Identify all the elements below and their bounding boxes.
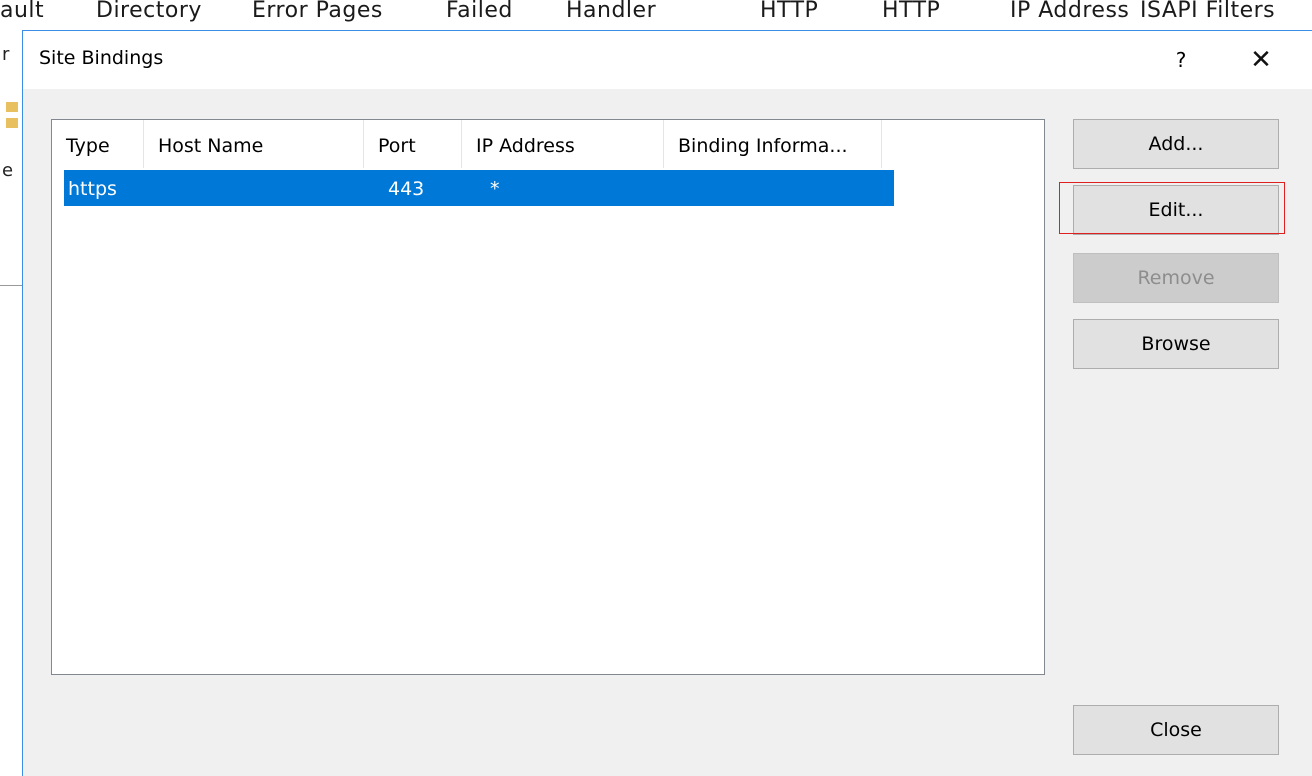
divider: [0, 285, 22, 286]
column-header-binding-information[interactable]: Binding Informa...: [664, 120, 882, 168]
remove-button[interactable]: Remove: [1073, 253, 1279, 303]
column-header-host-name[interactable]: Host Name: [144, 120, 364, 168]
cell-ip-address: *: [490, 178, 500, 200]
background-feature-label: ault: [0, 0, 45, 23]
background-feature-label: Error Pages: [252, 0, 383, 23]
close-button[interactable]: Close: [1073, 705, 1279, 755]
site-bindings-dialog: Site Bindings ? ✕ Type Host Name Port IP…: [22, 30, 1312, 776]
background-left-char: r: [2, 44, 10, 65]
add-button[interactable]: Add...: [1073, 119, 1279, 169]
dialog-titlebar: Site Bindings ? ✕: [23, 31, 1312, 89]
edit-highlight-box: [1059, 182, 1285, 234]
background-feature-label: Failed: [446, 0, 513, 23]
background-feature-label: HTTP: [760, 0, 819, 23]
folder-icon: [6, 102, 18, 128]
background-feature-label: HTTP: [882, 0, 941, 23]
close-icon[interactable]: ✕: [1241, 43, 1281, 77]
cell-type: https: [68, 178, 117, 200]
browse-button[interactable]: Browse: [1073, 319, 1279, 369]
dialog-title: Site Bindings: [39, 47, 164, 69]
bindings-list[interactable]: Type Host Name Port IP Address Binding I…: [51, 119, 1045, 675]
column-header-ip-address[interactable]: IP Address: [462, 120, 664, 168]
table-row[interactable]: https 443 *: [64, 170, 894, 206]
list-header: Type Host Name Port IP Address Binding I…: [52, 120, 1044, 168]
background-left-edge: r e: [0, 30, 22, 776]
help-button[interactable]: ?: [1161, 43, 1201, 77]
cell-port: 443: [388, 178, 425, 200]
background-left-char: e: [2, 160, 14, 181]
background-features-strip: ault Directory Error Pages Failed Handle…: [0, 0, 1312, 30]
background-feature-label: IP Address: [1010, 0, 1130, 23]
background-feature-label: ISAPI Filters: [1140, 0, 1276, 23]
column-header-type[interactable]: Type: [52, 120, 144, 168]
column-header-port[interactable]: Port: [364, 120, 462, 168]
background-feature-label: Directory: [96, 0, 202, 23]
background-feature-label: Handler: [566, 0, 657, 23]
